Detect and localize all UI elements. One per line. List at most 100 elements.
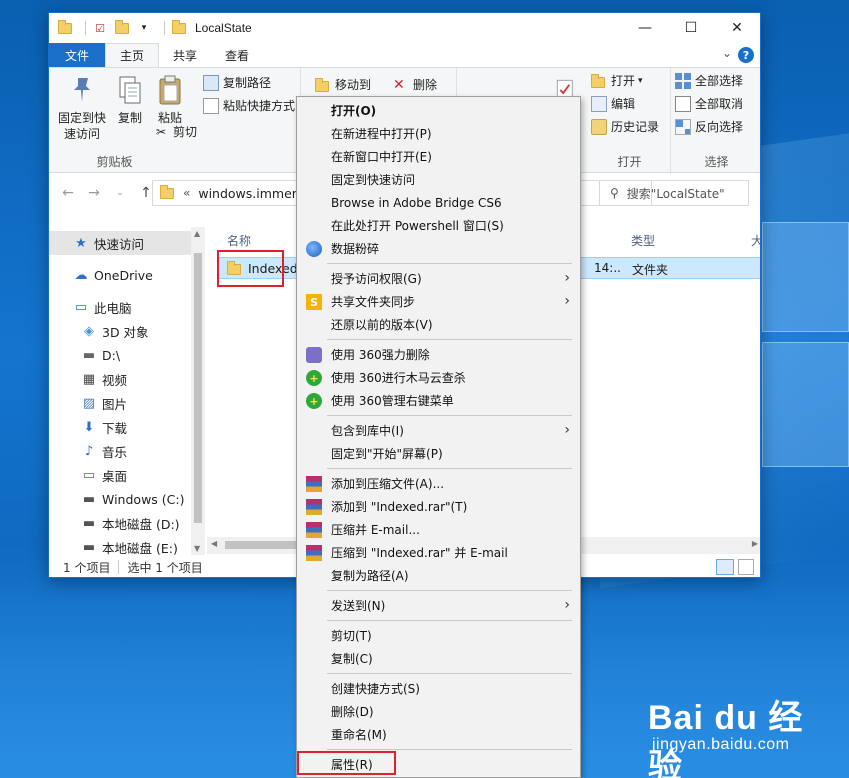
nav-item[interactable]: ♪ 音乐 [49,439,204,463]
nav-item-label: 本地磁盘 (D:) [102,516,180,532]
cut-button[interactable]: ✂ 剪切 [153,123,197,140]
menu-item-open-new-process[interactable]: 在新进程中打开(P) [297,122,580,145]
menu-item-open-new-window[interactable]: 在新窗口中打开(E) [297,145,580,168]
tab-share[interactable]: 共享 [159,43,211,67]
file-modified: 14:.. [594,261,621,275]
menu-item-360-trojan-scan[interactable]: + 使用 360进行木马云查杀 [297,366,580,389]
menu-item-adobe-bridge[interactable]: Browse in Adobe Bridge CS6 [297,191,580,214]
menu-item-include-library[interactable]: 包含到库中(I) › [297,419,580,442]
column-type[interactable]: 类型 [631,232,655,249]
nav-item[interactable]: ▦ 视频 [49,367,204,391]
menu-item-open[interactable]: 打开(O) [297,99,580,122]
nav-item[interactable]: ▨ 图片 [49,391,204,415]
help-icon[interactable]: ? [738,47,754,63]
globe-shred-icon [306,241,322,257]
menu-item-360-manage-menu[interactable]: + 使用 360管理右键菜单 [297,389,580,412]
nav-item[interactable]: ⬇ 下载 [49,415,204,439]
menu-item-grant-access[interactable]: 授予访问权限(G) › [297,267,580,290]
properties-quick-icon[interactable]: ☑ [92,20,108,36]
menu-item-copy-as-path[interactable]: 复制为路径(A) [297,564,580,587]
paste-shortcut-label: 粘贴快捷方式 [223,99,296,113]
nav-scrollbar[interactable]: ▲ ▼ [191,227,205,555]
file-type: 文件夹 [632,263,669,277]
select-all-button[interactable]: 全部选择 [675,72,743,89]
nav-item[interactable]: ▭ 桌面 [49,463,204,487]
edit-button[interactable]: 编辑 [591,95,635,112]
nav-item[interactable]: ☁ OneDrive [49,263,204,287]
recent-locations-button[interactable]: ⌄ [109,182,131,204]
menu-separator [297,587,580,594]
search-input[interactable]: ⚲ 搜索"LocalState" [599,180,749,206]
minimize-button[interactable]: — [622,13,668,43]
scroll-right-icon[interactable]: ▶ [752,539,758,548]
pin-quick-access-button[interactable]: 固定到快速访问 [55,74,109,142]
menu-item-pin-start[interactable]: 固定到"开始"屏幕(P) [297,442,580,465]
menu-item-properties[interactable]: 属性(R) [297,753,580,776]
nav-scroll-thumb[interactable] [194,253,202,523]
star-icon: ★ [75,235,87,251]
open-group-label: 打开 [617,155,642,169]
move-to-button[interactable]: 移动到 [315,76,371,93]
close-button[interactable]: ✕ [714,13,760,43]
tab-view[interactable]: 查看 [211,43,263,67]
menu-item-powershell[interactable]: 在此处打开 Powershell 窗口(S) [297,214,580,237]
nav-item[interactable]: ▬ Windows (C:) [49,487,204,511]
menu-item-send-to[interactable]: 发送到(N) › [297,594,580,617]
context-menu: 打开(O) 在新进程中打开(P) 在新窗口中打开(E) 固定到快速访问 Brow… [296,96,581,778]
large-icons-view-icon[interactable] [738,559,754,575]
nav-item-label: 音乐 [102,444,128,460]
collapse-ribbon-icon[interactable]: ⌄ [722,46,732,60]
menu-item-copy[interactable]: 复制(C) [297,647,580,670]
nav-item[interactable]: ▭ 此电脑 [49,295,204,319]
tab-file[interactable]: 文件 [49,43,106,67]
column-name[interactable]: 名称 [227,232,251,249]
column-size[interactable]: 大 [751,232,760,249]
new-folder-quick-icon[interactable] [114,19,130,36]
search-icon: ⚲ [610,186,619,200]
copy-path-button[interactable]: 复制路径 [203,74,271,91]
menu-item-compress-rar-email[interactable]: 压缩到 "Indexed.rar" 并 E-mail [297,541,580,564]
details-view-icon[interactable] [716,559,734,575]
nav-item-label: 3D 对象 [102,324,149,340]
delete-ribbon-label: 删除 [413,78,438,92]
menu-item-delete[interactable]: 删除(D) [297,700,580,723]
address-prefix: « [183,186,191,200]
nav-item-label: 桌面 [102,468,128,484]
paste-shortcut-button[interactable]: 粘贴快捷方式 [203,97,295,114]
nav-item[interactable]: ◈ 3D 对象 [49,319,204,343]
select-none-button[interactable]: 全部取消 [675,95,743,112]
chevron-down-icon[interactable]: ▾ [136,20,152,36]
delete-ribbon-button[interactable]: ✕ 删除 [393,76,437,93]
menu-item-shred[interactable]: 数据粉碎 [297,237,580,260]
scroll-down-icon[interactable]: ▼ [194,544,200,553]
back-button[interactable]: ← [57,182,79,204]
open-ribbon-button[interactable]: 打开 ▾ [591,72,643,89]
menu-item-restore-versions[interactable]: 还原以前的版本(V) [297,313,580,336]
forward-button[interactable]: → [83,182,105,204]
copy-button[interactable]: 复制 [113,74,147,126]
nav-item[interactable]: ★ 快速访问 [49,231,204,255]
scroll-up-icon[interactable]: ▲ [194,229,200,238]
nav-item[interactable]: ▬ 本地磁盘 (D:) [49,511,204,535]
menu-item-create-shortcut[interactable]: 创建快捷方式(S) [297,677,580,700]
breadcrumb[interactable]: windows.immersi [198,186,307,201]
menu-item-add-archive[interactable]: 添加到压缩文件(A)... [297,472,580,495]
scroll-left-icon[interactable]: ◀ [211,539,217,548]
menu-item-rename[interactable]: 重命名(M) [297,723,580,746]
maximize-button[interactable]: ☐ [668,13,714,43]
menu-item-pin-quick-access[interactable]: 固定到快速访问 [297,168,580,191]
nav-item[interactable]: ▬ D:\ [49,343,204,367]
menu-item-360-force-delete[interactable]: 使用 360强力删除 [297,343,580,366]
menu-separator [297,260,580,267]
submenu-arrow-icon: › [564,270,570,286]
menu-item-share-sync[interactable]: S 共享文件夹同步 › [297,290,580,313]
history-button[interactable]: 历史记录 [591,118,659,135]
menu-item-compress-email[interactable]: 压缩并 E-mail... [297,518,580,541]
menu-item-cut[interactable]: 剪切(T) [297,624,580,647]
nav-item-label: 下载 [102,420,128,436]
paste-button[interactable]: 粘贴 [153,74,187,126]
invert-selection-button[interactable]: 反向选择 [675,118,743,135]
tab-home[interactable]: 主页 [105,43,160,67]
menu-item-add-indexed-rar[interactable]: 添加到 "Indexed.rar"(T) [297,495,580,518]
copy-icon [119,76,141,104]
